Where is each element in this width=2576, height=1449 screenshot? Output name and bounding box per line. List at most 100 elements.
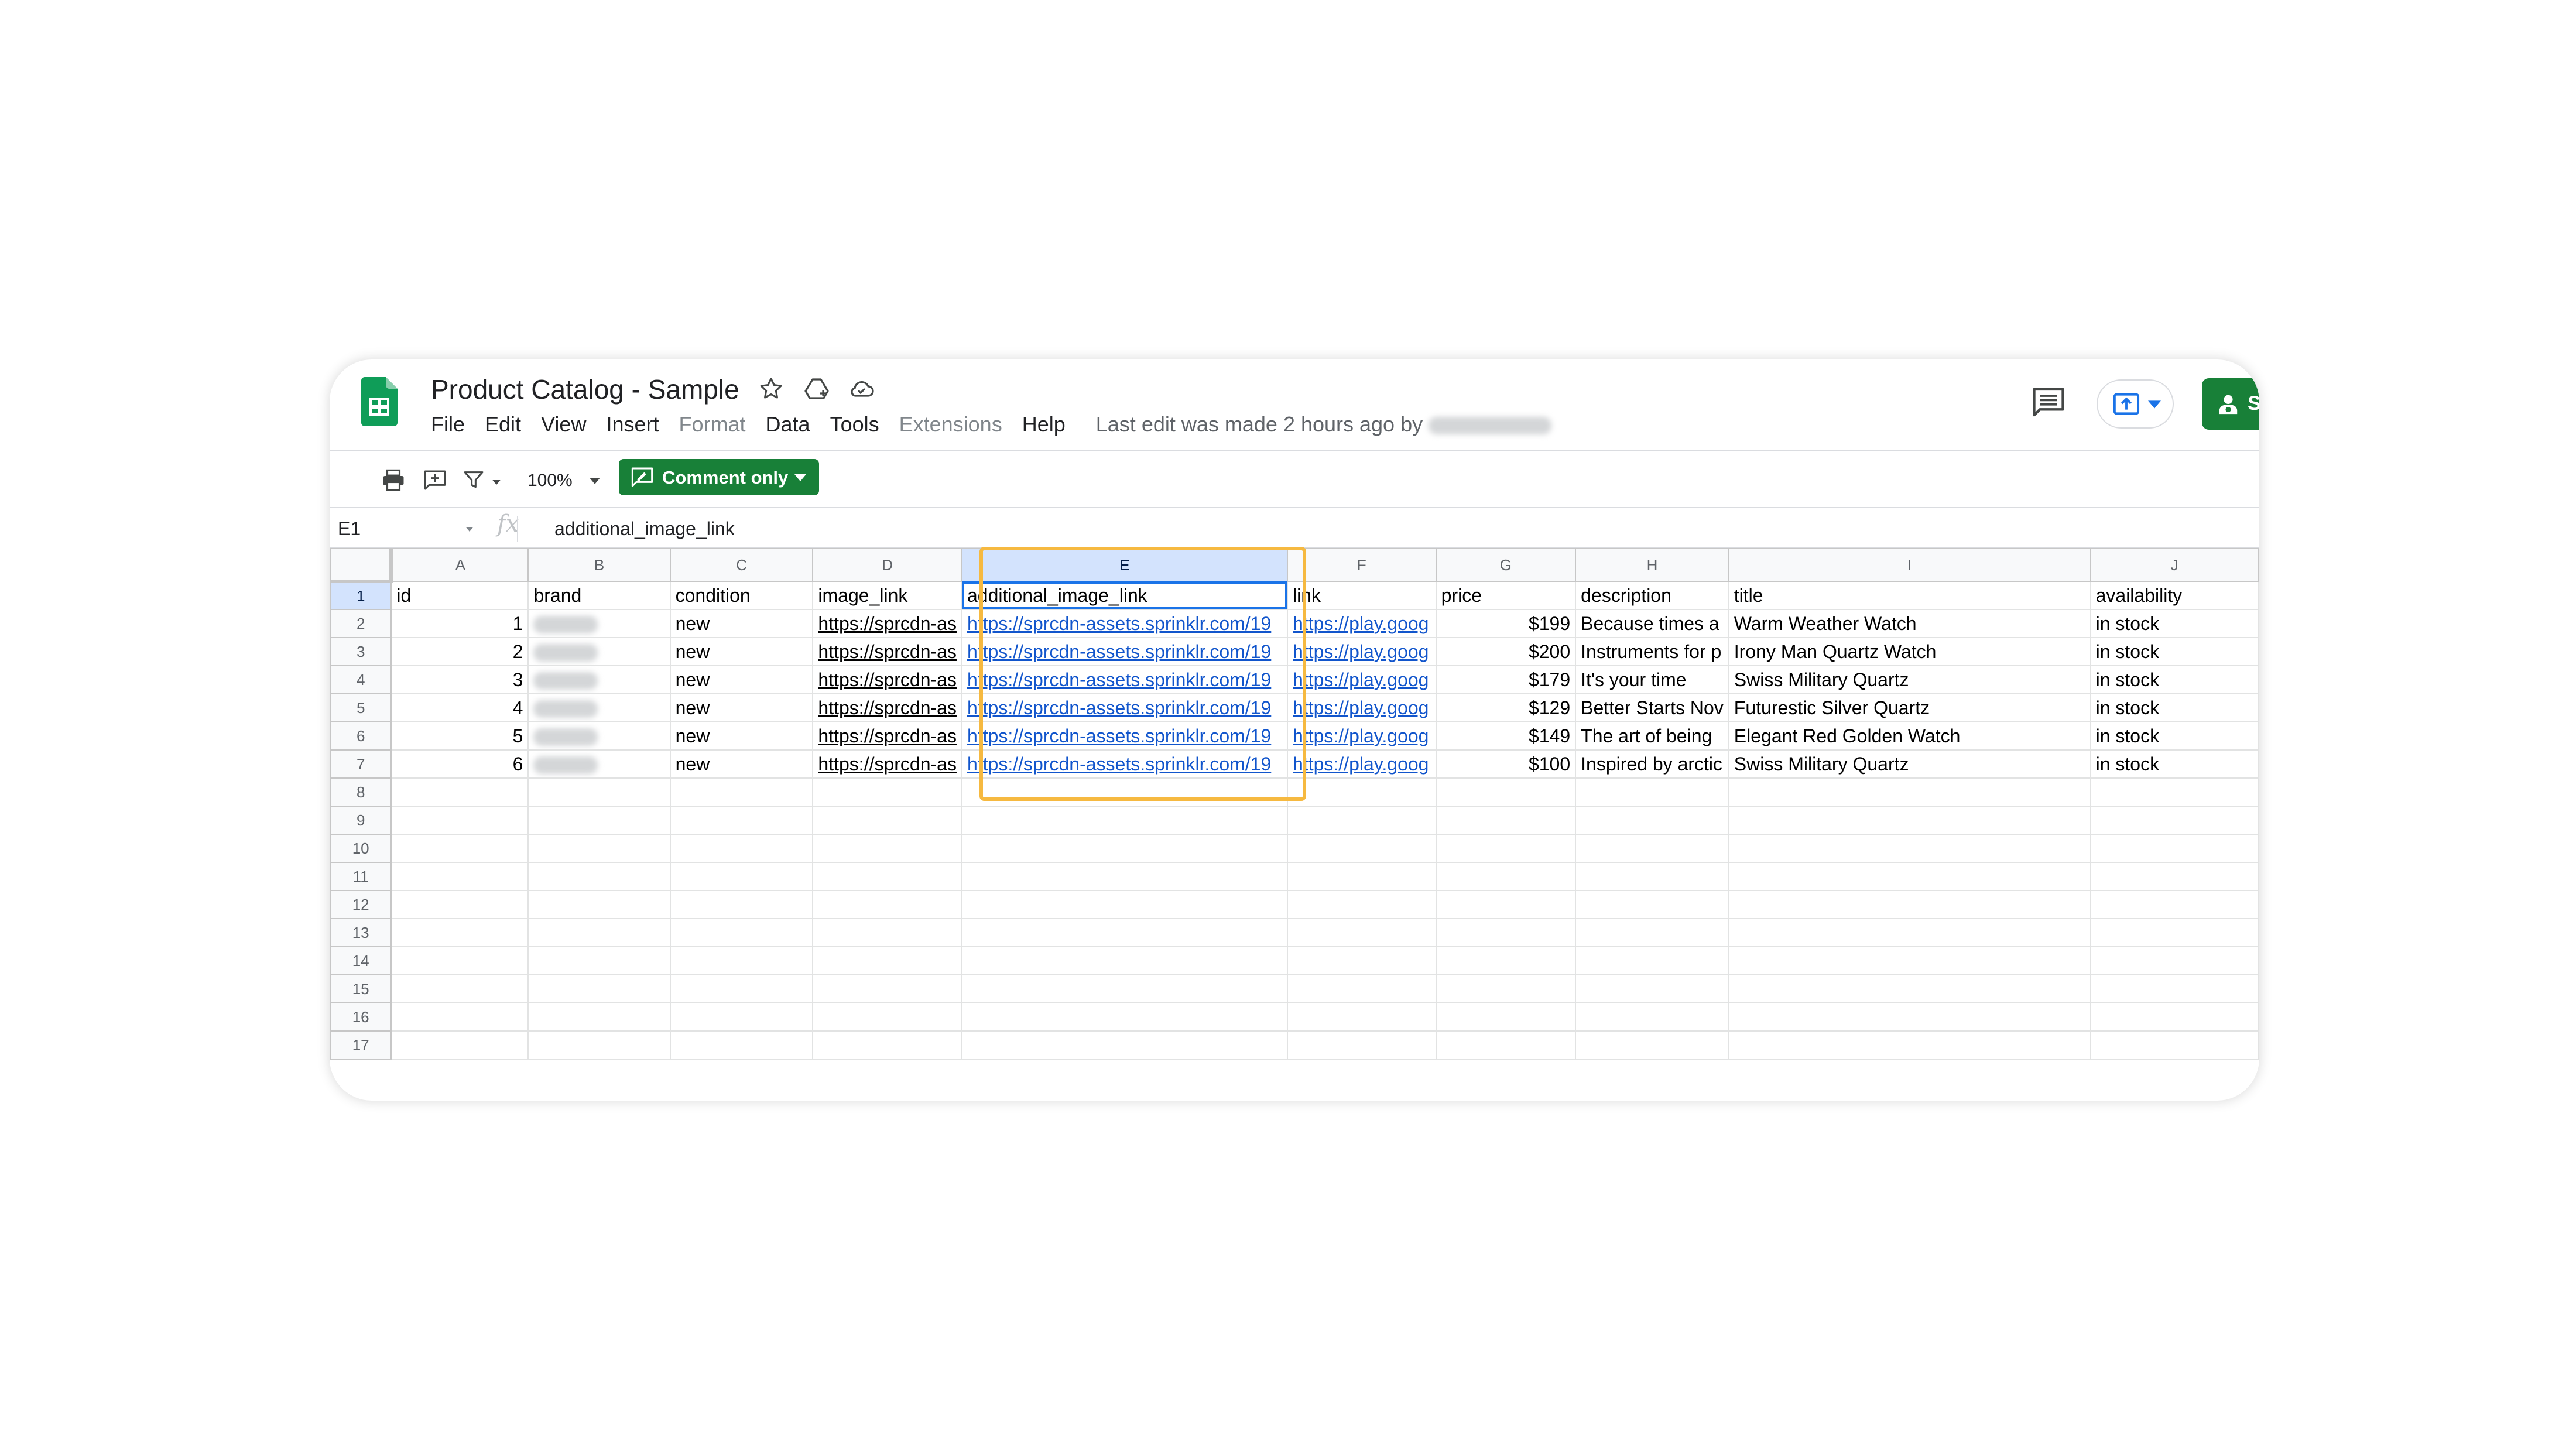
cell-b10[interactable] xyxy=(527,834,671,863)
cell-c7[interactable]: new xyxy=(669,749,814,779)
cell-c10[interactable] xyxy=(669,834,814,863)
cell-d14[interactable] xyxy=(812,946,962,975)
cell-f13[interactable] xyxy=(1287,918,1437,947)
cell-c4[interactable]: new xyxy=(669,665,814,694)
cell-i3[interactable]: Irony Man Quartz Watch xyxy=(1728,637,2091,666)
cell-b8[interactable] xyxy=(527,777,671,807)
cell-e15[interactable] xyxy=(961,974,1289,1003)
cell-j12[interactable] xyxy=(2089,890,2259,919)
cell-j13[interactable] xyxy=(2089,918,2259,947)
cell-b15[interactable] xyxy=(527,974,671,1003)
cell-c3[interactable]: new xyxy=(669,637,814,666)
cell-h15[interactable] xyxy=(1575,974,1729,1003)
cell-b13[interactable] xyxy=(527,918,671,947)
cell-i10[interactable] xyxy=(1728,834,2091,863)
cell-i2[interactable]: Warm Weather Watch xyxy=(1728,609,2091,638)
cell-e12[interactable] xyxy=(961,890,1289,919)
cell-h14[interactable] xyxy=(1575,946,1729,975)
cell-b12[interactable] xyxy=(527,890,671,919)
cell-a15[interactable] xyxy=(390,974,529,1003)
cell-a13[interactable] xyxy=(390,918,529,947)
cell-h11[interactable] xyxy=(1575,862,1729,891)
cell-b16[interactable] xyxy=(527,1002,671,1032)
cell-g5[interactable]: $129 xyxy=(1435,693,1577,722)
cell-f10[interactable] xyxy=(1287,834,1437,863)
cell-a11[interactable] xyxy=(390,862,529,891)
menu-view[interactable]: View xyxy=(541,412,586,441)
cell-d15[interactable] xyxy=(812,974,962,1003)
cell-f11[interactable] xyxy=(1287,862,1437,891)
cell-h17[interactable] xyxy=(1575,1030,1729,1060)
row-header-14[interactable]: 14 xyxy=(330,946,392,975)
cell-b3[interactable] xyxy=(527,637,671,666)
cell-h9[interactable] xyxy=(1575,806,1729,835)
zoom-dropdown-arrow-icon[interactable] xyxy=(590,478,600,484)
comment-only-mode-button[interactable]: Comment only xyxy=(619,459,819,495)
name-box-dropdown-icon[interactable] xyxy=(465,527,474,532)
cell-b9[interactable] xyxy=(527,806,671,835)
cell-i7[interactable]: Swiss Military Quartz xyxy=(1728,749,2091,779)
cell-e8[interactable] xyxy=(961,777,1289,807)
cell-d10[interactable] xyxy=(812,834,962,863)
cell-c6[interactable]: new xyxy=(669,721,814,751)
cell-f5[interactable]: https://play.goog xyxy=(1287,693,1437,722)
cell-a10[interactable] xyxy=(390,834,529,863)
cell-i11[interactable] xyxy=(1728,862,2091,891)
column-header-b[interactable]: B xyxy=(527,548,671,582)
cell-j5[interactable]: in stock xyxy=(2089,693,2259,722)
cell-h13[interactable] xyxy=(1575,918,1729,947)
column-header-e[interactable]: E xyxy=(961,548,1289,582)
cell-a3[interactable]: 2 xyxy=(390,637,529,666)
cell-c8[interactable] xyxy=(669,777,814,807)
column-header-d[interactable]: D xyxy=(812,548,962,582)
present-button[interactable] xyxy=(2097,379,2174,429)
cell-f16[interactable] xyxy=(1287,1002,1437,1032)
cell-a16[interactable] xyxy=(390,1002,529,1032)
cell-j15[interactable] xyxy=(2089,974,2259,1003)
cell-j3[interactable]: in stock xyxy=(2089,637,2259,666)
row-header-16[interactable]: 16 xyxy=(330,1002,392,1032)
cell-c16[interactable] xyxy=(669,1002,814,1032)
formula-input[interactable]: additional_image_link xyxy=(554,512,735,546)
cell-i12[interactable] xyxy=(1728,890,2091,919)
menu-data[interactable]: Data xyxy=(766,412,810,441)
doc-title[interactable]: Product Catalog - Sample xyxy=(431,374,739,405)
menu-tools[interactable]: Tools xyxy=(830,412,879,441)
column-header-g[interactable]: G xyxy=(1435,548,1577,582)
cell-a12[interactable] xyxy=(390,890,529,919)
cell-d8[interactable] xyxy=(812,777,962,807)
cell-d3[interactable]: https://sprcdn-as xyxy=(812,637,962,666)
filter-dropdown-arrow-icon[interactable] xyxy=(492,480,501,485)
cell-b2[interactable] xyxy=(527,609,671,638)
column-header-f[interactable]: F xyxy=(1287,548,1437,582)
cell-b4[interactable] xyxy=(527,665,671,694)
cell-i6[interactable]: Elegant Red Golden Watch xyxy=(1728,721,2091,751)
cell-c9[interactable] xyxy=(669,806,814,835)
cell-f9[interactable] xyxy=(1287,806,1437,835)
cell-h7[interactable]: Inspired by arctic xyxy=(1575,749,1729,779)
cell-d11[interactable] xyxy=(812,862,962,891)
row-header-8[interactable]: 8 xyxy=(330,777,392,807)
cell-c11[interactable] xyxy=(669,862,814,891)
cell-e11[interactable] xyxy=(961,862,1289,891)
cell-a8[interactable] xyxy=(390,777,529,807)
column-header-c[interactable]: C xyxy=(669,548,814,582)
cell-d4[interactable]: https://sprcdn-as xyxy=(812,665,962,694)
menu-edit[interactable]: Edit xyxy=(485,412,521,441)
cell-d5[interactable]: https://sprcdn-as xyxy=(812,693,962,722)
cell-c1[interactable]: condition xyxy=(669,581,814,610)
row-header-2[interactable]: 2 xyxy=(330,609,392,638)
row-header-7[interactable]: 7 xyxy=(330,749,392,779)
cell-g16[interactable] xyxy=(1435,1002,1577,1032)
cell-g13[interactable] xyxy=(1435,918,1577,947)
menu-help[interactable]: Help xyxy=(1022,412,1066,441)
column-header-i[interactable]: I xyxy=(1728,548,2091,582)
cell-e3[interactable]: https://sprcdn-assets.sprinklr.com/19 xyxy=(961,637,1289,666)
cell-i1[interactable]: title xyxy=(1728,581,2091,610)
cell-f17[interactable] xyxy=(1287,1030,1437,1060)
cell-h8[interactable] xyxy=(1575,777,1729,807)
cell-e10[interactable] xyxy=(961,834,1289,863)
cell-i4[interactable]: Swiss Military Quartz xyxy=(1728,665,2091,694)
cell-d1[interactable]: image_link xyxy=(812,581,962,610)
cell-a4[interactable]: 3 xyxy=(390,665,529,694)
